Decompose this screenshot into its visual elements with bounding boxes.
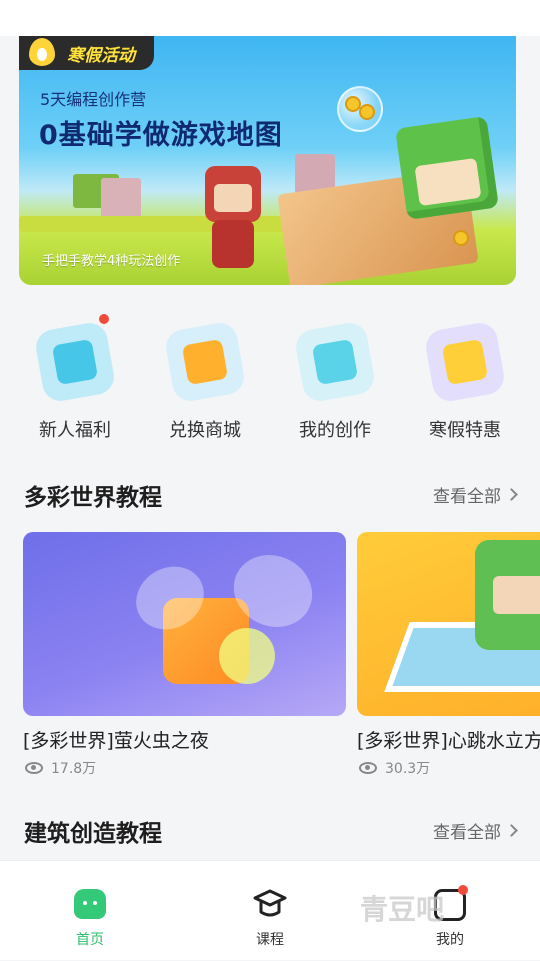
notification-dot xyxy=(99,314,109,324)
quick-item-label: 寒假特惠 xyxy=(429,420,501,441)
creation-card-icon xyxy=(293,320,377,404)
tutorial-card[interactable]: [多彩世界]心跳水立方 30.3万 xyxy=(357,532,540,782)
banner-tag: 寒假活动 xyxy=(19,36,154,70)
red-character xyxy=(205,166,261,222)
nav-label: 首页 xyxy=(76,932,104,948)
firefly-glow xyxy=(219,628,275,684)
green-dino-character xyxy=(395,116,499,220)
section-header-colorful: 多彩世界教程 查看全部 xyxy=(24,474,518,514)
card-title: [多彩世界]心跳水立方 xyxy=(357,730,540,752)
watermark: 青豆吧 xyxy=(360,893,445,926)
gift-box-icon xyxy=(163,320,247,404)
section-title: 建筑创造教程 xyxy=(24,821,162,847)
quick-item-exchange-store[interactable]: 兑换商城 xyxy=(145,320,265,450)
card-thumbnail xyxy=(357,532,540,716)
eye-icon xyxy=(359,762,377,774)
promo-banner[interactable]: 寒假活动 5天编程创作营 0基础学做游戏地图 手把手教学4种玩法创作 xyxy=(19,36,516,285)
dino-face xyxy=(493,576,540,614)
quick-item-label: 兑换商城 xyxy=(169,420,241,441)
nav-item-home[interactable]: 首页 xyxy=(0,861,180,961)
section-title: 多彩世界教程 xyxy=(24,485,162,511)
red-character-body xyxy=(212,220,254,268)
banner-title: 0基础学做游戏地图 xyxy=(39,120,283,151)
chevron-right-icon xyxy=(505,488,518,501)
gift-phone-icon xyxy=(33,320,117,404)
flame-icon xyxy=(29,38,55,66)
card-views: 30.3万 xyxy=(359,758,430,778)
quick-item-winter-deals[interactable]: 寒假特惠 xyxy=(405,320,525,450)
graduation-cap-icon xyxy=(253,889,287,917)
coupon-icon xyxy=(423,320,507,404)
quick-item-label: 我的创作 xyxy=(299,420,371,441)
status-bar xyxy=(0,0,540,36)
nav-label: 课程 xyxy=(256,932,284,948)
tutorial-carousel[interactable]: [多彩世界]萤火虫之夜 17.8万 [多彩世界]心跳水立方 30.3万 xyxy=(0,532,540,782)
quick-item-my-creations[interactable]: 我的创作 xyxy=(275,320,395,450)
nav-item-courses[interactable]: 课程 xyxy=(180,861,360,961)
tutorial-card[interactable]: [多彩世界]萤火虫之夜 17.8万 xyxy=(23,532,346,782)
coin-icon xyxy=(453,230,469,246)
card-thumbnail xyxy=(23,532,346,716)
banner-subtitle: 5天编程创作营 xyxy=(40,90,147,109)
see-all-label: 查看全部 xyxy=(433,487,501,507)
eye-icon xyxy=(25,762,43,774)
quick-menu: 新人福利 兑换商城 我的创作 寒假特惠 xyxy=(0,300,540,450)
card-title: [多彩世界]萤火虫之夜 xyxy=(23,730,209,752)
see-all-link[interactable]: 查看全部 xyxy=(433,482,518,507)
quick-item-label: 新人福利 xyxy=(39,420,111,441)
section-header-building: 建筑创造教程 查看全部 xyxy=(24,810,518,850)
chevron-right-icon xyxy=(505,824,518,837)
card-views: 17.8万 xyxy=(25,758,96,778)
banner-tag-label: 寒假活动 xyxy=(67,45,135,66)
quick-item-newbie-gift[interactable]: 新人福利 xyxy=(15,314,135,450)
see-all-label: 查看全部 xyxy=(433,823,501,843)
coin-icon xyxy=(359,104,375,120)
home-icon xyxy=(74,889,106,919)
banner-caption: 手把手教学4种玩法创作 xyxy=(42,254,181,269)
view-count: 30.3万 xyxy=(385,761,431,777)
view-count: 17.8万 xyxy=(51,761,97,777)
see-all-link[interactable]: 查看全部 xyxy=(433,818,518,843)
